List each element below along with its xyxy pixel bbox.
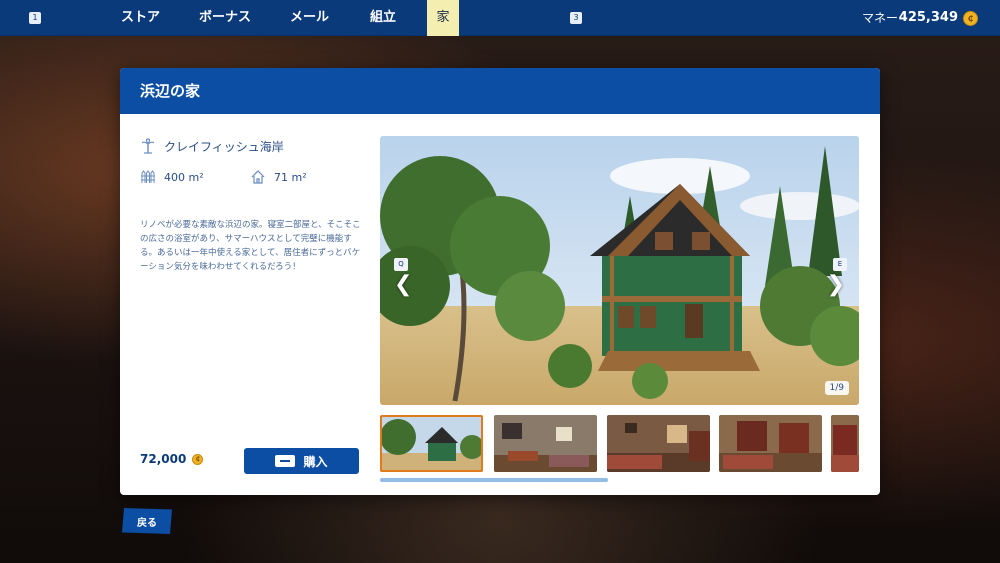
tab-build[interactable]: 組立 <box>370 0 396 36</box>
thumbnail-image <box>494 415 597 472</box>
price-value: 72,000 <box>140 452 187 466</box>
thumbnail-image <box>719 415 822 472</box>
prev-key-hint: Q <box>394 258 408 271</box>
house-description: リノベが必要な素敵な浜辺の家。寝室二部屋と、そこそこの広さの浴室があり、サマーハ… <box>140 220 361 272</box>
next-key-hint: E <box>833 258 847 271</box>
thumbnail-image <box>607 415 710 472</box>
gallery-main-image: Q ❮ E ❯ 1/9 <box>380 136 859 405</box>
palm-tree-icon <box>141 138 155 154</box>
thumbnail-living-room[interactable] <box>494 415 597 472</box>
thumbnail-bedroom[interactable] <box>607 415 710 472</box>
house-icon <box>251 170 265 184</box>
plot-area-value: 400 m² <box>164 170 204 184</box>
tab-house[interactable]: 家 <box>427 0 459 36</box>
image-counter: 1/9 <box>824 381 849 395</box>
thumbnail-image <box>380 415 483 472</box>
thumbnail-image <box>831 415 859 472</box>
money-value: 425,349 <box>898 10 958 25</box>
house-area-value: 71 m² <box>274 170 307 184</box>
money-label: マネー <box>861 11 898 25</box>
right-key-hint: 3 <box>570 12 582 24</box>
coin-icon: ₵ <box>963 11 978 26</box>
chevron-right-icon[interactable]: ❯ <box>827 272 845 297</box>
thumbnail-interior-partial[interactable] <box>831 415 859 472</box>
house-area-row: 71 m² <box>250 169 307 185</box>
chevron-left-icon[interactable]: ❮ <box>394 272 412 297</box>
price-row: 72,000 ₵ <box>140 452 204 466</box>
house-exterior-image <box>380 136 859 405</box>
tab-mail[interactable]: メール <box>290 0 329 36</box>
keyboard-key-icon <box>275 455 296 467</box>
location-row: クレイフィッシュ海岸 <box>140 138 284 154</box>
top-nav-bar: 1 ストア ボーナス メール 組立 家 3 マネー 425,349 ₵ <box>0 0 1000 36</box>
thumbnail-scrollbar[interactable] <box>380 478 608 482</box>
coin-icon: ₵ <box>192 453 204 465</box>
fence-icon <box>141 170 155 183</box>
thumbnail-exterior[interactable] <box>380 415 483 472</box>
back-button[interactable]: 戻る <box>122 508 172 534</box>
thumbnail-bedroom-2[interactable] <box>719 415 822 472</box>
buy-button[interactable]: 購入 <box>244 448 359 474</box>
tab-bonus[interactable]: ボーナス <box>199 0 251 36</box>
left-key-hint: 1 <box>29 12 41 24</box>
location-name: クレイフィッシュ海岸 <box>164 139 284 154</box>
house-title: 浜辺の家 <box>120 68 880 114</box>
buy-button-label: 購入 <box>303 454 328 469</box>
house-detail-panel: 浜辺の家 クレイフィッシュ海岸 400 m² 71 m² リノベが必要な素敵な浜… <box>120 68 880 495</box>
tab-store[interactable]: ストア <box>121 0 160 36</box>
plot-area-row: 400 m² <box>140 169 204 185</box>
